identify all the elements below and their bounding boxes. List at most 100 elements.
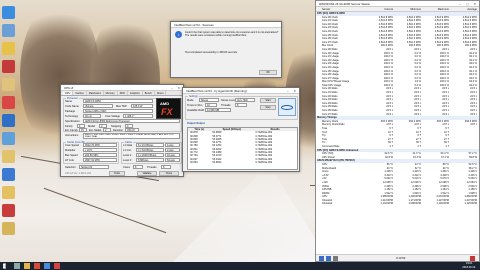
tab-about[interactable]: About	[155, 91, 167, 95]
clock-date: 2018.06.24.	[462, 266, 476, 269]
search-icon[interactable]	[14, 263, 20, 269]
revision-label: Revision	[113, 129, 123, 132]
stop-button[interactable]: Stop	[260, 105, 276, 110]
intel-logo	[278, 98, 296, 116]
window-title: IntelBurnTest v2.54 - by AgentGOD (Runni…	[186, 89, 247, 93]
window-controls[interactable]: – ✕	[171, 85, 182, 90]
l1d-value: 8 x 16 KBytes	[136, 143, 164, 147]
file-explorer-icon[interactable]	[24, 263, 30, 269]
dialog-title: IntelBurnTest v2.54 - Success	[171, 22, 281, 28]
instructions-value: MMX(+), SSE, SSE2, SSE3, SSSE3, SSE4.1, …	[83, 133, 180, 139]
settings-icon[interactable]	[333, 256, 338, 261]
start-button[interactable]: Start	[260, 98, 276, 103]
sensor-row[interactable]: Chassis2 1,134 RPM 1,098 RPM 1,146 RPM 1,126…	[316, 202, 479, 206]
folder-icon[interactable]	[2, 42, 15, 55]
tab-bench[interactable]: Bench	[143, 91, 155, 95]
technology-value: 32 nm	[83, 114, 101, 118]
col-current[interactable]: Current	[366, 7, 394, 11]
tab-mainboard[interactable]: Mainboard	[87, 91, 104, 95]
window-controls[interactable]: – ✕	[287, 88, 298, 93]
version-label: CPU-Z Ver. 1.80.0.x64	[65, 172, 91, 175]
folder-icon[interactable]	[2, 222, 15, 235]
voltage-label: Core Voltage	[105, 115, 120, 118]
wallpaper-road	[165, 175, 335, 270]
app-icon[interactable]	[44, 263, 50, 269]
folder-icon[interactable]	[2, 186, 15, 199]
window-title: HWiNFO64 v5.34-3030 Sensor Status	[319, 2, 370, 6]
name-label: Name	[65, 100, 72, 103]
desktop-icons	[1, 6, 17, 240]
table-row: 30.863 52.9824 3.742801e-002	[188, 161, 297, 164]
app-icon[interactable]	[2, 204, 15, 217]
cpuz-window: CPU-Z – ✕ CPU Caches Mainboard Memory SPD…	[60, 84, 184, 177]
sensor-name: Chassis2	[322, 202, 333, 206]
l3-label: Level 3	[123, 159, 132, 162]
model-label: Model	[88, 125, 96, 128]
mode-dropdown[interactable]: Stress	[199, 98, 219, 102]
sensor-list[interactable]: CPU [#0]: AMD FX-8350 Core #0 Clock 4,512.…	[316, 12, 479, 261]
app-icon[interactable]	[2, 114, 15, 127]
l3-value: 8 MBytes	[136, 158, 164, 162]
stress-level-dropdown[interactable]: Very High	[235, 98, 255, 102]
arrow-icon[interactable]	[326, 256, 331, 261]
app-icon[interactable]	[2, 60, 15, 73]
l2-value: 4 x 2048 KBytes	[136, 153, 164, 157]
sensor-value: 1,126 RPM	[464, 202, 477, 206]
l1d-label: L1 Data	[123, 144, 133, 147]
validate-button[interactable]: Validate	[137, 171, 157, 176]
success-dialog: IntelBurnTest v2.54 - Success i Could it…	[170, 21, 282, 78]
times-input[interactable]: 10	[205, 103, 217, 107]
this-pc-icon[interactable]	[2, 6, 15, 19]
selection-dropdown[interactable]: Socket #1	[79, 165, 109, 169]
codename-value: Vishera	[83, 104, 113, 108]
amd-fx-logo: AMD FX	[156, 98, 181, 119]
wallpaper-fence	[43, 187, 167, 234]
col-sensor[interactable]: Sensor	[316, 7, 366, 11]
close-button[interactable]: Close	[159, 171, 179, 176]
col-minimum[interactable]: Minimum	[394, 7, 422, 11]
app-icon[interactable]	[54, 263, 60, 269]
taskbar: 19:01 2018.06.24.	[0, 262, 480, 270]
arrow-icon[interactable]	[319, 256, 324, 261]
l1d-assoc: 4-way	[165, 143, 180, 147]
tab-graphics[interactable]: Graphics	[128, 91, 143, 95]
cores-label: Cores	[123, 166, 130, 169]
logo-model: FX	[161, 107, 173, 117]
ok-button[interactable]: OK	[259, 70, 277, 75]
window-title: CPU-Z	[64, 86, 74, 90]
window-controls[interactable]: – ▢ ✕	[459, 1, 478, 6]
ram-value: 14,996 MB	[205, 108, 231, 112]
tab-cpu[interactable]: CPU	[63, 91, 74, 95]
col-maximum[interactable]: Maximum	[422, 7, 450, 11]
threads-dropdown[interactable]: 8	[235, 103, 247, 107]
folder-icon[interactable]	[2, 150, 15, 163]
tab-spd[interactable]: SPD	[118, 91, 128, 95]
col-average[interactable]: Average	[450, 7, 478, 11]
package-value: Socket AM3+ (942)	[83, 109, 153, 113]
app-icon[interactable]	[2, 168, 15, 181]
stepping-label: Stepping	[111, 125, 122, 128]
selection-label: Selection	[65, 166, 76, 169]
results-table: Time (s) Speed (GFlops) Results 30.878 52…	[187, 127, 298, 170]
l3-assoc: 64-way	[165, 158, 180, 162]
cores-value: 8	[133, 165, 143, 169]
app-icon[interactable]	[2, 132, 15, 145]
browser-icon[interactable]	[34, 263, 40, 269]
clock[interactable]: 19:01 2018.06.24.	[462, 262, 476, 270]
table-cell: 30.863	[190, 160, 198, 164]
tab-caches[interactable]: Caches	[73, 91, 87, 95]
tools-button[interactable]: Tools	[109, 171, 125, 176]
folder-icon[interactable]	[2, 78, 15, 91]
start-button-icon[interactable]	[3, 263, 6, 269]
app-icon[interactable]	[2, 96, 15, 109]
voltage-value: 1.428 V	[123, 114, 153, 118]
name-value: AMD FX-8350	[83, 99, 153, 103]
mode-label: Mode	[187, 99, 194, 102]
threads-label: Threads	[221, 104, 231, 107]
revision-value: OR-C0	[125, 128, 139, 132]
recycle-bin-icon[interactable]	[2, 24, 15, 37]
tab-memory[interactable]: Memory	[104, 91, 118, 95]
extmodel-label: Ext. Model	[89, 129, 102, 132]
l2-assoc: 16-way	[165, 153, 180, 157]
close-icon[interactable]	[470, 256, 475, 261]
